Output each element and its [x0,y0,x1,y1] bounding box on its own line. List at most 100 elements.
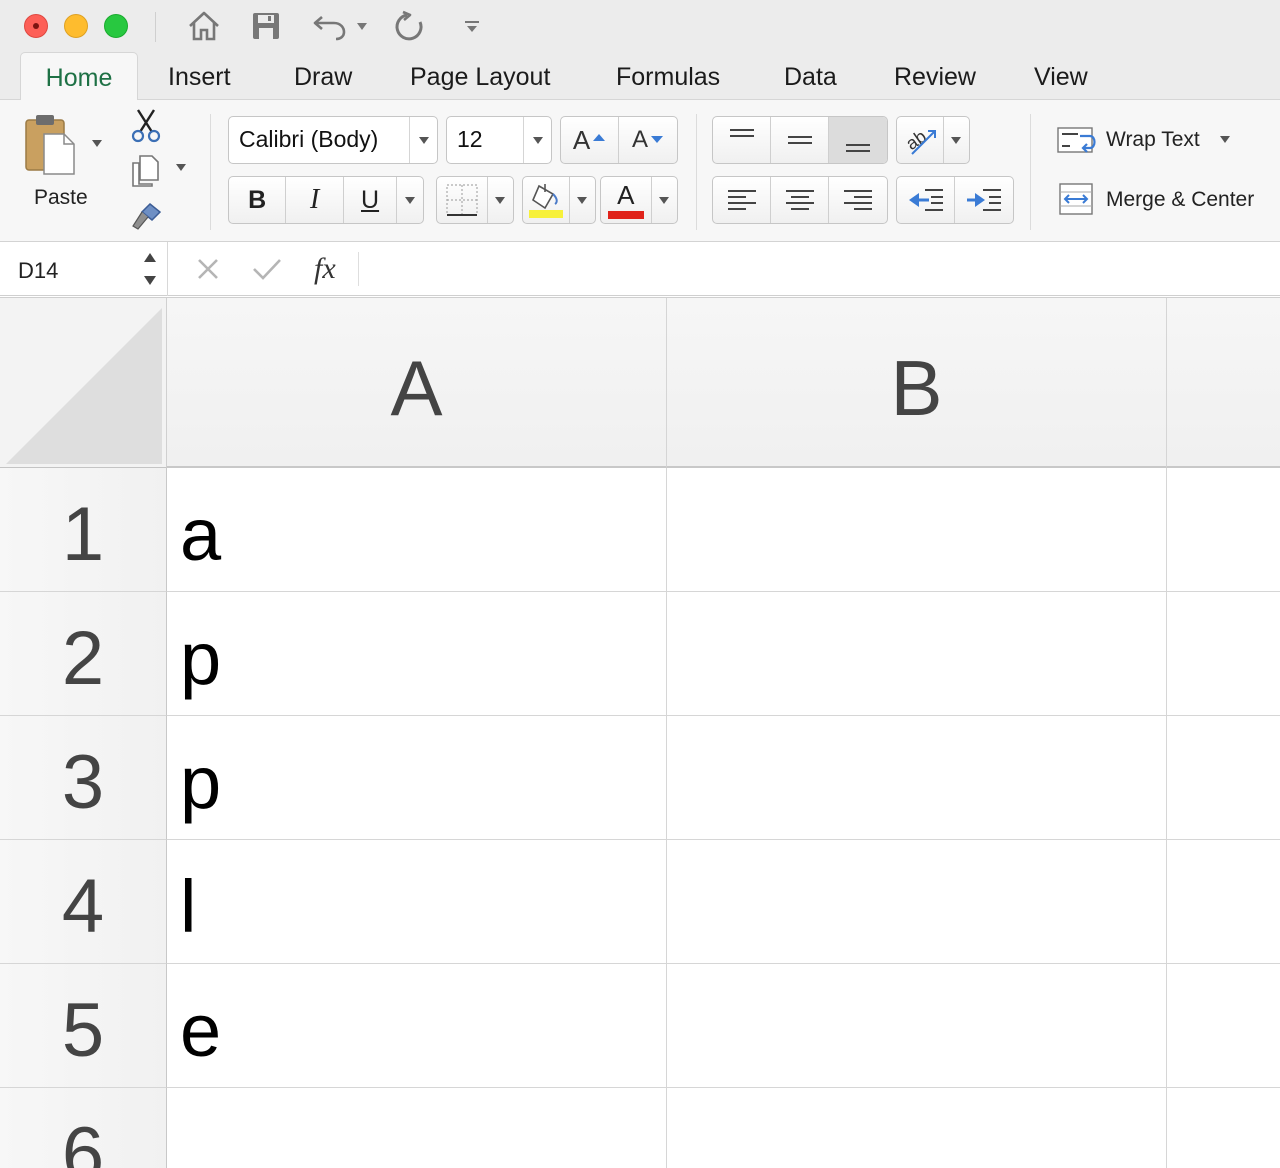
tab-draw[interactable]: Draw [294,52,352,100]
minimize-window-button[interactable] [64,14,88,38]
cell-a6[interactable] [167,1088,667,1168]
column-header-c[interactable] [1167,298,1280,468]
cell-c5[interactable] [1167,964,1280,1088]
cell-a2[interactable]: p [167,592,667,716]
tab-formulas[interactable]: Formulas [616,52,720,100]
cell-c6[interactable] [1167,1088,1280,1168]
zoom-window-button[interactable] [104,14,128,38]
bold-button[interactable]: B [229,177,287,223]
cell-b6[interactable] [667,1088,1167,1168]
align-left-button[interactable] [713,177,771,223]
formula-separator [358,252,359,286]
redo-icon[interactable] [390,8,430,44]
tab-page-layout[interactable]: Page Layout [410,52,550,100]
cell-a3[interactable]: p [167,716,667,840]
customize-toolbar-icon[interactable] [460,8,484,44]
orientation-chevron-icon[interactable] [944,117,969,163]
column-header-b[interactable]: B [667,298,1167,468]
cell-a5[interactable]: e [167,964,667,1088]
font-size-combo[interactable]: 12 [446,116,552,164]
cell-c4[interactable] [1167,840,1280,964]
increase-indent-button[interactable] [955,177,1013,223]
name-box[interactable]: D14 [0,242,168,296]
cell-a1[interactable]: a [167,468,667,592]
cell-b3[interactable] [667,716,1167,840]
orientation-button[interactable]: ab [897,117,944,163]
cut-scissors-icon[interactable] [130,108,162,144]
align-top-button[interactable] [713,117,771,163]
fill-color-chevron-icon[interactable] [570,177,595,223]
save-icon[interactable] [248,8,284,44]
italic-button[interactable]: I [286,177,344,223]
borders-button[interactable] [437,177,488,223]
text-orientation-icon: ab [902,126,936,155]
row-header-5[interactable]: 5 [0,964,167,1088]
align-top-icon [729,129,754,137]
cancel-edit-icon[interactable] [196,242,224,296]
increase-font-size-button[interactable]: A [561,117,619,163]
decrease-arrow-icon [651,136,663,143]
cell-b4[interactable] [667,840,1167,964]
insert-function-button[interactable]: fx [314,242,348,296]
close-window-button[interactable] [24,14,48,38]
font-name-chevron-icon[interactable] [409,117,437,163]
select-all-triangle [6,308,162,464]
titlebar-separator [155,12,156,42]
paste-label: Paste [34,186,88,209]
align-middle-icon [787,136,812,144]
font-name-combo[interactable]: Calibri (Body) [228,116,438,164]
undo-icon[interactable] [310,8,350,44]
cell-c3[interactable] [1167,716,1280,840]
borders-chevron-icon[interactable] [488,177,513,223]
paint-bucket-icon [528,184,563,218]
paste-options-chevron-icon[interactable] [92,140,102,147]
undo-dropdown-chevron-icon[interactable] [354,8,370,44]
font-color-chevron-icon[interactable] [652,177,677,223]
format-painter-icon[interactable] [130,200,164,232]
confirm-edit-icon[interactable] [252,242,284,296]
cell-b5[interactable] [667,964,1167,1088]
home-icon[interactable] [184,8,224,44]
tab-review[interactable]: Review [894,52,976,100]
font-color-button[interactable]: A [601,177,652,223]
cell-a4[interactable]: l [167,840,667,964]
row-header-2[interactable]: 2 [0,592,167,716]
wrap-text-button[interactable]: Wrap Text [1056,124,1236,160]
underline-chevron-icon[interactable] [397,177,423,223]
paste-button[interactable] [22,112,92,176]
decrease-font-size-button[interactable]: A [619,117,677,163]
cell-c2[interactable] [1167,592,1280,716]
copy-icon[interactable] [130,154,160,188]
font-size-value: 12 [457,126,483,152]
wrap-text-chevron-icon[interactable] [1220,136,1230,143]
name-box-stepper-icon[interactable] [143,250,157,288]
merge-center-button[interactable]: Merge & Center [1058,182,1280,218]
copy-options-chevron-icon[interactable] [176,164,186,171]
fill-color-button[interactable] [523,177,570,223]
font-color-label: A [617,180,635,210]
cell-b2[interactable] [667,592,1167,716]
font-size-chevron-icon[interactable] [523,117,551,163]
row-header-6[interactable]: 6 [0,1088,167,1168]
cell-b1[interactable] [667,468,1167,592]
row-header-4[interactable]: 4 [0,840,167,964]
decrease-indent-button[interactable] [897,177,955,223]
row-header-3[interactable]: 3 [0,716,167,840]
underline-button[interactable]: U [344,177,398,223]
wrap-text-label: Wrap Text [1106,128,1200,151]
font-style-group: B I U [228,176,424,224]
align-center-button[interactable] [771,177,829,223]
align-bottom-button[interactable] [829,117,887,163]
align-middle-button[interactable] [771,117,829,163]
row-header-1[interactable]: 1 [0,468,167,592]
tab-home[interactable]: Home [20,52,138,102]
tab-view[interactable]: View [1034,52,1088,100]
tab-insert[interactable]: Insert [168,52,231,100]
column-header-a[interactable]: A [167,298,667,468]
formula-input[interactable] [372,242,1280,296]
align-right-button[interactable] [829,177,887,223]
cell-c1[interactable] [1167,468,1280,592]
tab-data[interactable]: Data [784,52,837,100]
title-bar [0,0,1280,52]
select-all-button[interactable] [0,298,167,468]
